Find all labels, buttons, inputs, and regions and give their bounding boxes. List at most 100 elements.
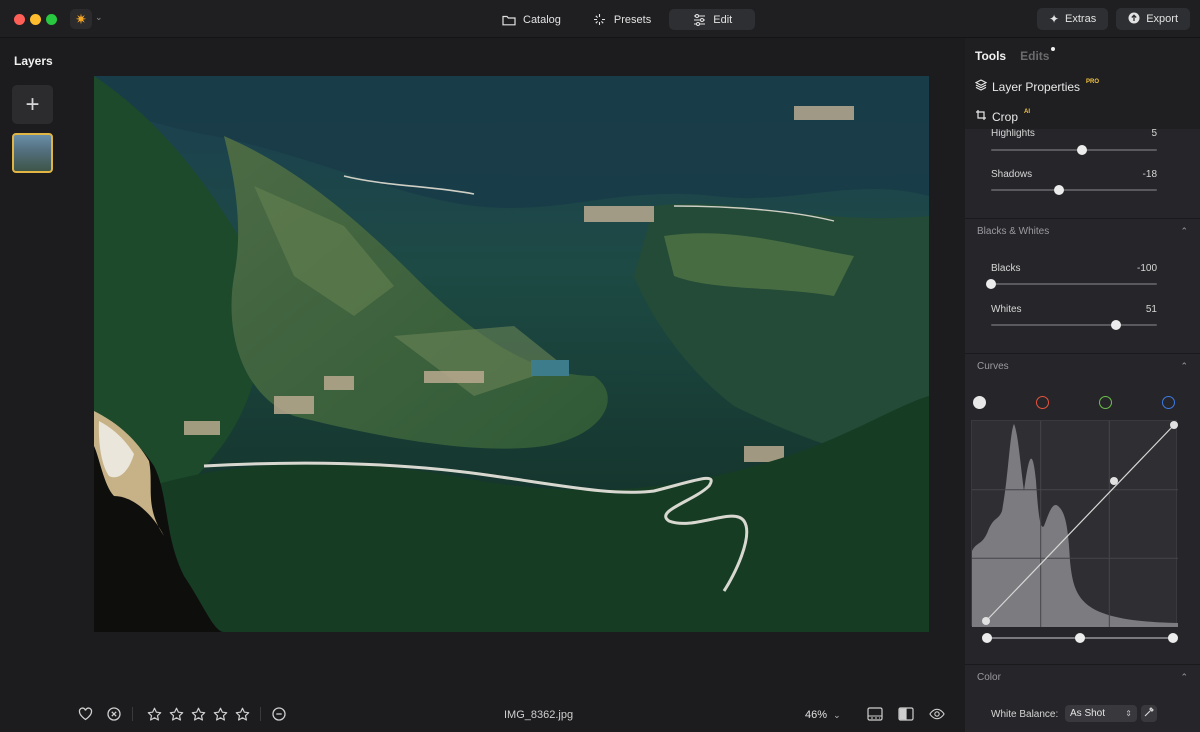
star-icon[interactable] [168, 706, 184, 722]
tab-edit-label: Edit [713, 13, 733, 26]
curve-point[interactable] [1110, 477, 1118, 485]
layers-panel: Layers + [0, 38, 64, 732]
layer-properties-label: Layer Properties [992, 79, 1081, 94]
divider [260, 707, 261, 721]
chevron-up-icon[interactable]: ⌃ [1180, 672, 1188, 683]
divider [965, 353, 1200, 354]
landscape-photo [94, 76, 929, 632]
tab-edit[interactable]: Edit [669, 9, 756, 30]
plus-icon: + [25, 90, 40, 118]
minimize-window-button[interactable] [30, 14, 41, 25]
chevron-updown-icon: ⇕ [1125, 709, 1132, 718]
curves-section-title[interactable]: Curves [977, 361, 1009, 372]
chevron-down-icon: ⌄ [833, 710, 841, 720]
slider-handle[interactable] [1077, 145, 1088, 155]
histogram [972, 424, 1178, 627]
slider-track[interactable] [991, 149, 1157, 151]
zoom-window-button[interactable] [46, 14, 57, 25]
tab-edits[interactable]: Edits [1020, 47, 1056, 63]
crop-icon [975, 109, 987, 124]
zoom-dropdown[interactable]: 46% ⌄ [805, 709, 841, 721]
star-icon[interactable] [212, 706, 228, 722]
shadows-value: -18 [1142, 169, 1157, 180]
star-icon[interactable] [146, 706, 162, 722]
mode-tabs: Catalog Presets Edit [488, 9, 756, 30]
export-icon [1128, 12, 1140, 27]
divider [965, 218, 1200, 219]
divider [132, 707, 133, 721]
tab-presets[interactable]: Presets [579, 9, 665, 30]
heart-icon[interactable] [77, 706, 93, 722]
sliders-icon [692, 13, 706, 27]
curve-point[interactable] [1170, 421, 1178, 429]
slider-track[interactable] [991, 283, 1157, 285]
unsaved-dot [1051, 47, 1056, 51]
shadows-label: Shadows [991, 169, 1033, 180]
tab-presets-label: Presets [613, 13, 652, 26]
slider-track[interactable] [991, 324, 1157, 326]
photo-canvas[interactable] [94, 76, 929, 632]
curve-channel-luminance[interactable] [973, 396, 986, 409]
reject-icon[interactable] [106, 706, 122, 722]
eye-icon[interactable] [929, 706, 945, 722]
whites-label: Whites [991, 304, 1022, 315]
tab-tools[interactable]: Tools [975, 49, 1006, 63]
star-icon[interactable] [190, 706, 206, 722]
compare-layout-icon[interactable] [867, 706, 883, 722]
highlights-label: Highlights [991, 129, 1035, 139]
highlights-value: 5 [1151, 129, 1157, 139]
export-button[interactable]: Export [1116, 8, 1190, 30]
split-view-icon[interactable] [898, 706, 914, 722]
curve-point[interactable] [982, 617, 990, 625]
curve-editor[interactable] [971, 420, 1178, 627]
chevron-up-icon[interactable]: ⌃ [1180, 226, 1188, 237]
export-label: Export [1146, 13, 1178, 25]
zoom-value: 46% [805, 709, 828, 721]
whites-value: 51 [1145, 304, 1157, 315]
title-bar: ✷ ⌄ Catalog Presets Edit ✦ Extras Export [0, 0, 1200, 38]
star-icon[interactable] [234, 706, 250, 722]
add-layer-button[interactable]: + [12, 85, 53, 124]
crop-label: Crop [992, 109, 1019, 124]
close-window-button[interactable] [14, 14, 25, 25]
slider-handle[interactable] [1111, 320, 1122, 330]
white-balance-value: As Shot [1070, 708, 1106, 719]
extras-button[interactable]: ✦ Extras [1036, 8, 1109, 30]
slider-handle[interactable] [986, 279, 996, 289]
eyedropper-icon [1144, 707, 1154, 720]
tab-catalog[interactable]: Catalog [488, 9, 575, 30]
curve-range-mid-handle[interactable] [1075, 633, 1085, 643]
bottom-toolbar: IMG_8362.jpg 46% ⌄ [64, 700, 965, 730]
slider-track[interactable] [991, 189, 1157, 191]
layer-thumbnail[interactable] [12, 133, 53, 173]
pro-badge: PRO [1086, 78, 1100, 85]
blacks-label: Blacks [991, 263, 1021, 274]
slider-handle[interactable] [1054, 185, 1065, 195]
tools-panel: Tools Edits Layer Properties PRO Crop AI… [965, 38, 1200, 732]
more-options-icon[interactable] [271, 706, 287, 722]
divider [965, 664, 1200, 665]
chevron-down-icon[interactable]: ⌄ [95, 12, 103, 23]
blacks-value: -100 [1136, 263, 1157, 274]
color-section-title[interactable]: Color [977, 672, 1001, 683]
blacks-whites-section-title[interactable]: Blacks & Whites [977, 226, 1049, 237]
curve-range-black-handle[interactable] [982, 633, 992, 643]
ai-badge: AI [1024, 108, 1031, 115]
white-balance-label: White Balance: [991, 709, 1059, 720]
curve-channel-blue[interactable] [1162, 396, 1175, 409]
chevron-up-icon[interactable]: ⌃ [1180, 361, 1188, 372]
extras-label: Extras [1065, 13, 1097, 25]
app-logo-button[interactable]: ✷ [70, 9, 92, 29]
tab-edits-label: Edits [1020, 49, 1050, 63]
layers-title: Layers [14, 54, 53, 68]
white-balance-picker-button[interactable] [1141, 705, 1157, 722]
curve-channel-green[interactable] [1099, 396, 1112, 409]
layers-icon [974, 79, 988, 94]
curve-channel-red[interactable] [1036, 396, 1049, 409]
white-balance-select[interactable]: As Shot ⇕ [1065, 705, 1137, 722]
curve-range-white-handle[interactable] [1168, 633, 1178, 643]
crop-tool[interactable]: Crop AI [975, 109, 1030, 124]
filename: IMG_8362.jpg [504, 709, 574, 721]
folder-icon [502, 13, 516, 27]
layer-properties-tool[interactable]: Layer Properties PRO [974, 78, 1100, 94]
